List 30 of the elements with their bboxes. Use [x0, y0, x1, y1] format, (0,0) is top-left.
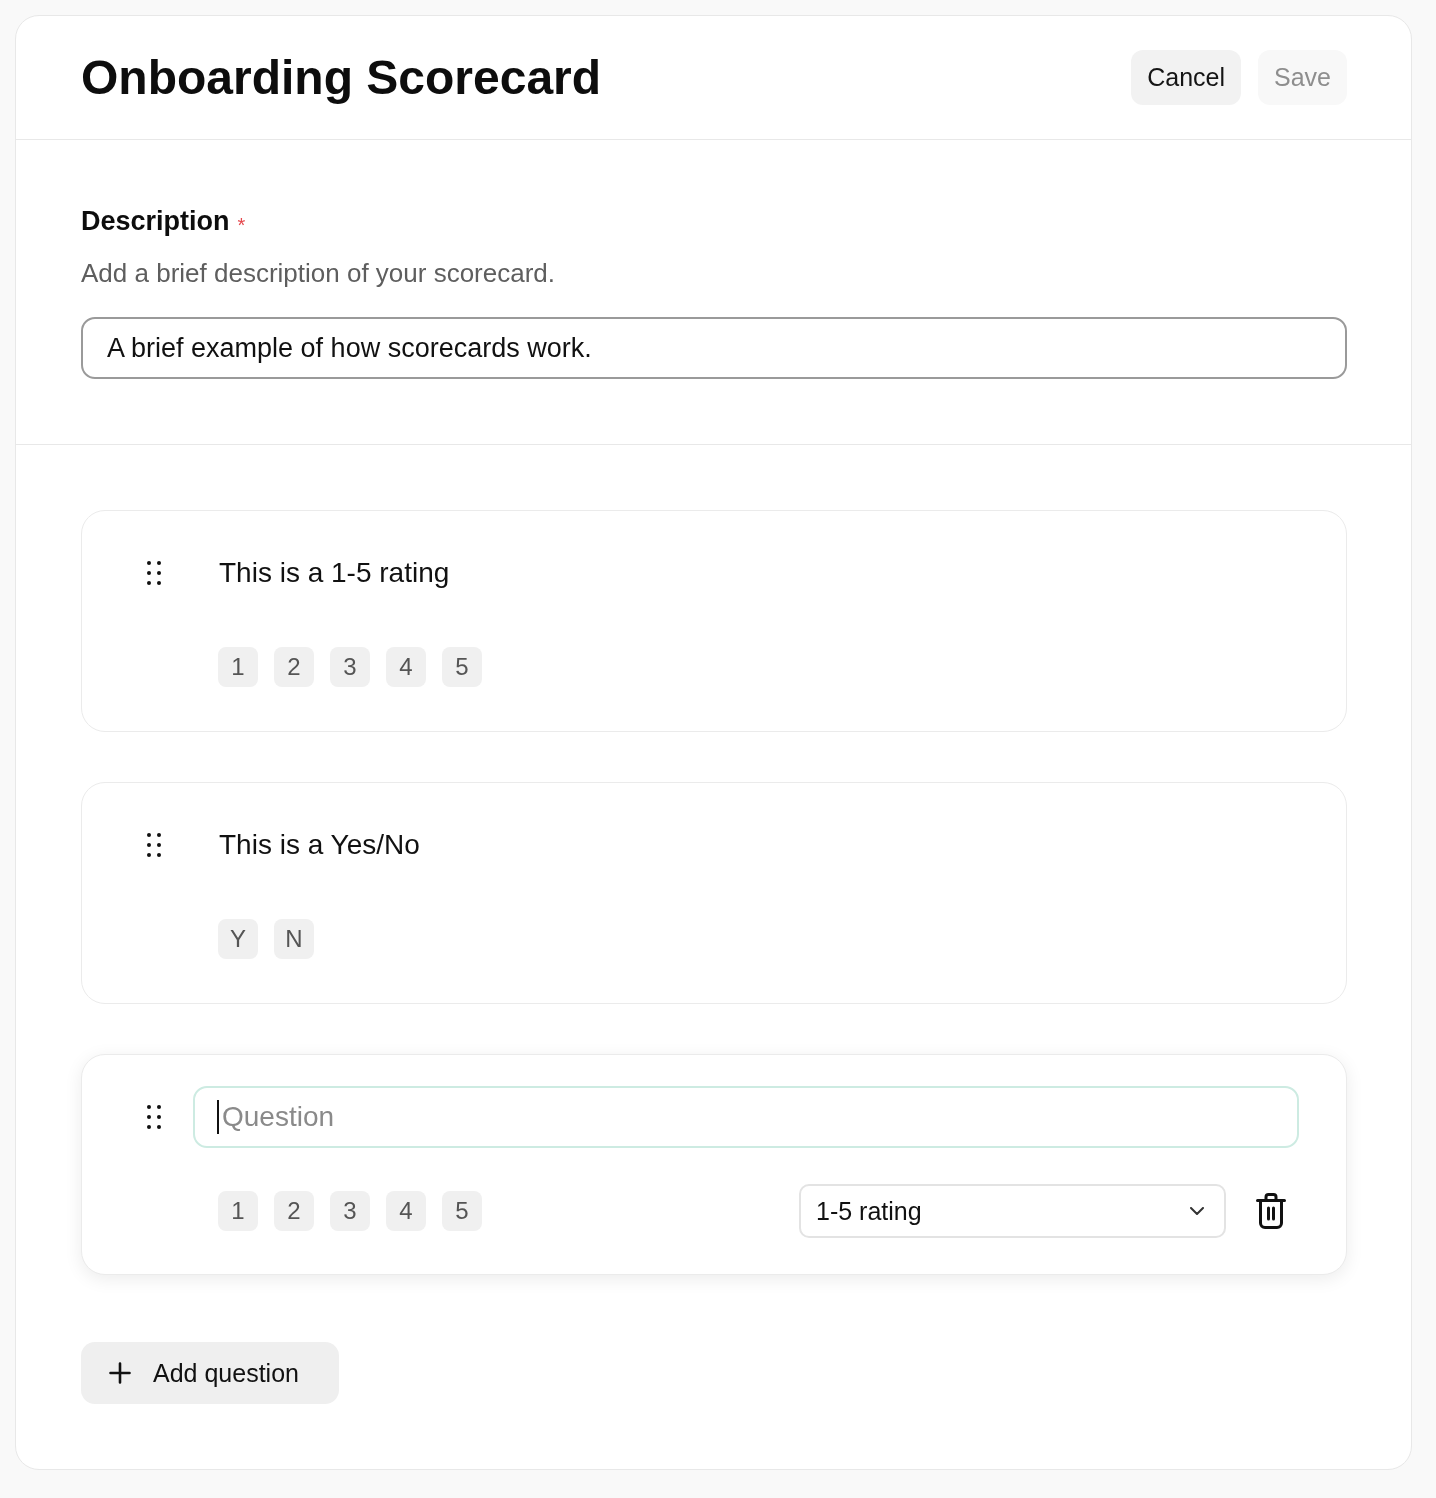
plus-icon: [109, 1362, 131, 1384]
answer-option: 1: [218, 647, 258, 687]
drag-handle-icon[interactable]: [147, 561, 161, 585]
answer-option: 2: [274, 647, 314, 687]
chevron-down-icon: [1190, 1207, 1204, 1215]
action-button[interactable]: Cancel: [1131, 50, 1241, 105]
question-text: This is a Yes/No: [219, 828, 420, 862]
answer-option: 3: [330, 647, 370, 687]
field-label: Description: [81, 205, 230, 238]
answer-option: 4: [386, 1191, 426, 1231]
question-type-select[interactable]: 1-5 rating: [799, 1184, 1226, 1238]
help-text: Add a brief description of your scorecard.: [81, 257, 557, 290]
text-cursor-icon: [217, 1100, 219, 1134]
drag-handle-icon[interactable]: [147, 1105, 161, 1129]
required-mark: *: [237, 215, 246, 235]
description-input[interactable]: A brief example of how scorecards work.: [81, 317, 1347, 379]
add-question-button[interactable]: Add question: [81, 1342, 339, 1404]
answer-option: 5: [442, 647, 482, 687]
answer-option: 5: [442, 1191, 482, 1231]
answer-option: 3: [330, 1191, 370, 1231]
trash-icon[interactable]: [1256, 1193, 1286, 1229]
drag-handle-icon[interactable]: [147, 833, 161, 857]
answer-option: Y: [218, 919, 258, 959]
question-input[interactable]: Question: [193, 1086, 1299, 1148]
answer-option: 4: [386, 647, 426, 687]
question-text: This is a 1-5 rating: [219, 556, 450, 590]
answer-option: N: [274, 919, 314, 959]
answer-option: 1: [218, 1191, 258, 1231]
page-title: Onboarding Scorecard: [81, 49, 602, 106]
answer-option: 2: [274, 1191, 314, 1231]
